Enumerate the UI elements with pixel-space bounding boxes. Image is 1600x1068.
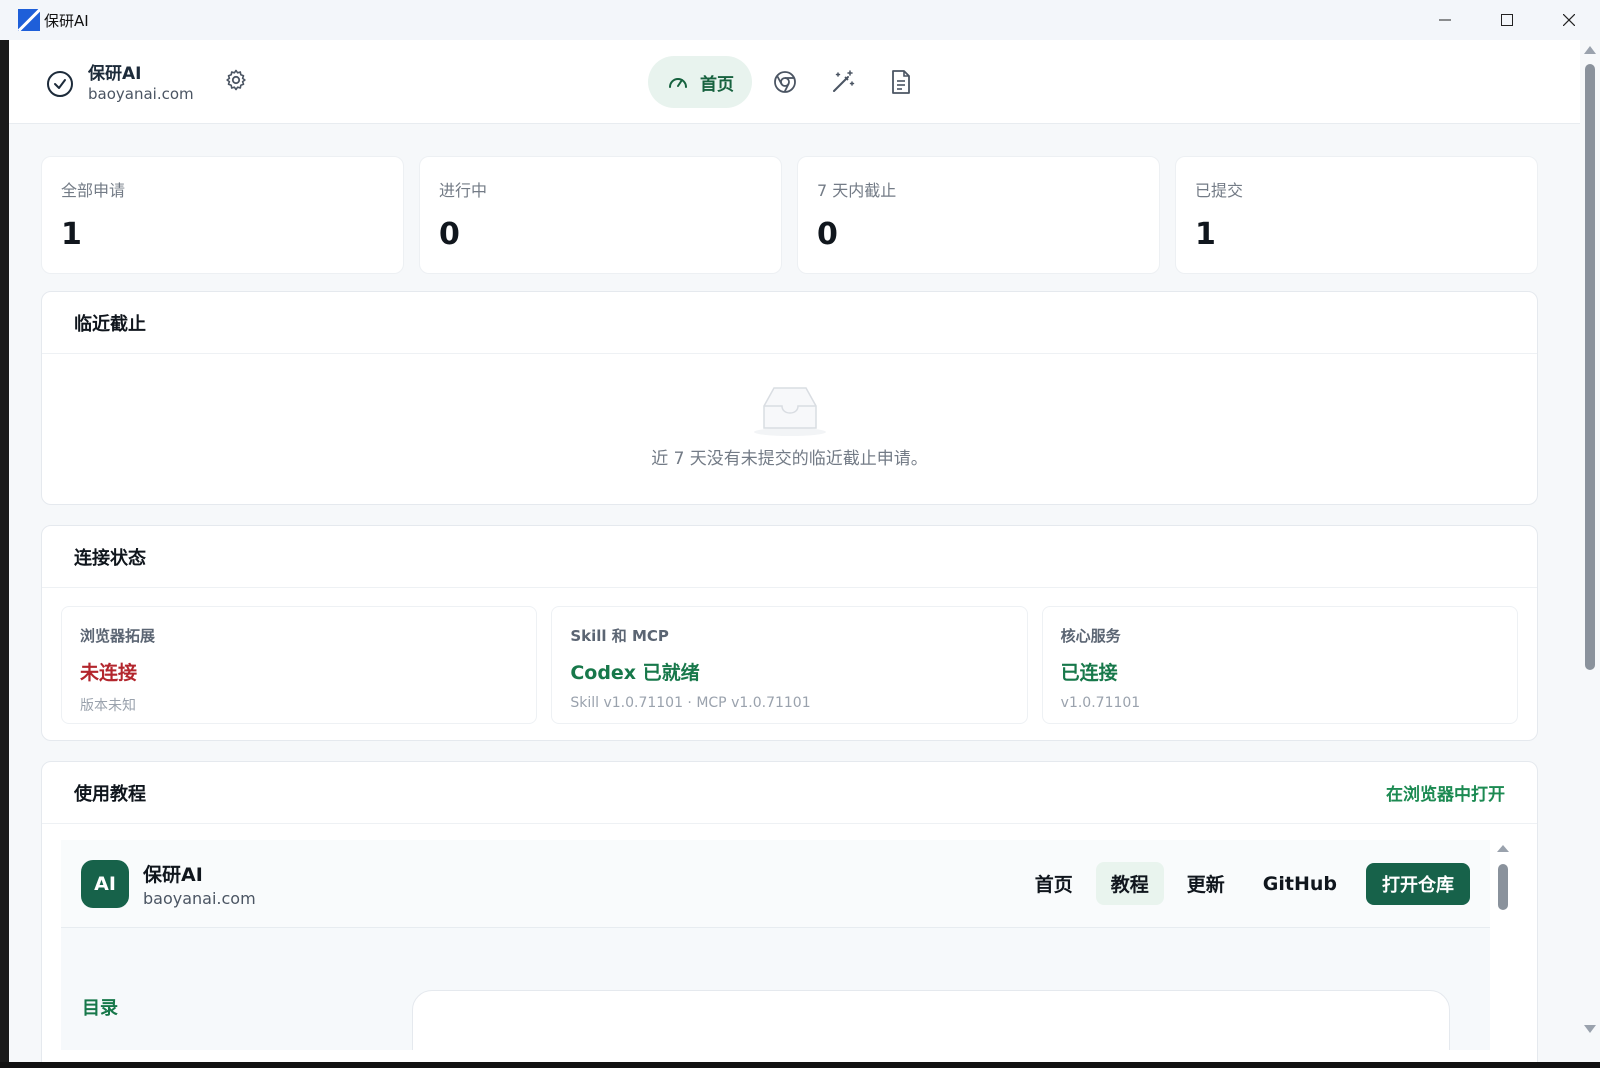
connection-grid: 浏览器拓展 未连接 版本未知 Skill 和 MCP Codex 已就绪 Ski…	[42, 588, 1537, 742]
brand-title: 保研AI	[88, 64, 142, 84]
connection-label: Skill 和 MCP	[570, 627, 669, 645]
nav-home-tab[interactable]: 首页	[648, 56, 752, 108]
app-logo-icon	[18, 9, 40, 31]
nav-home-label: 首页	[700, 74, 734, 95]
dashboard-content: 全部申请 1 进行中 0 7 天内截止 0 已提交 1 临近截止 近 7 天没有…	[41, 156, 1538, 1062]
embed-nav-updates[interactable]: 更新	[1172, 862, 1240, 905]
connection-core-service: 核心服务 已连接 v1.0.71101	[1041, 606, 1518, 724]
embed-brand-title: 保研AI	[143, 863, 203, 886]
embed-scrollbar-graphic	[1497, 845, 1509, 910]
stat-label: 7 天内截止	[817, 181, 897, 200]
minimize-button[interactable]	[1414, 0, 1476, 40]
embed-toc-label: 目录	[82, 998, 118, 1019]
nav-magic-tab[interactable]	[818, 56, 868, 108]
stat-card-all: 全部申请 1	[41, 156, 404, 274]
stat-value: 0	[439, 217, 460, 252]
embed-scrollbar[interactable]	[1493, 840, 1513, 1050]
gear-icon	[226, 69, 246, 91]
gauge-icon	[669, 78, 687, 88]
embed-header: AI 保研AI baoyanai.com 首页 教程 更新 GitHub 打开仓…	[61, 840, 1490, 928]
window-bottom-edge	[0, 1062, 1600, 1068]
stats-row: 全部申请 1 进行中 0 7 天内截止 0 已提交 1	[41, 156, 1538, 274]
connection-title: 连接状态	[74, 547, 146, 569]
maximize-button[interactable]	[1476, 0, 1538, 40]
maximize-icon	[1501, 14, 1513, 26]
tutorial-webview[interactable]: AI 保研AI baoyanai.com 首页 教程 更新 GitHub 打开仓…	[61, 840, 1490, 1050]
main-scrollbar-graphic	[1584, 46, 1596, 1033]
connection-skill-mcp: Skill 和 MCP Codex 已就绪 Skill v1.0.71101 ·…	[551, 606, 1028, 724]
open-in-browser-link[interactable]: 在浏览器中打开	[1386, 780, 1505, 805]
embed-nav: 首页 教程 更新 GitHub 打开仓库	[1012, 862, 1470, 905]
tutorial-card: 使用教程 在浏览器中打开 AI 保研AI baoyanai.com 首页 教程 …	[41, 761, 1538, 1062]
magic-wand-icon	[833, 70, 855, 92]
embed-doc-card	[412, 990, 1450, 1050]
empty-inbox-icon	[753, 387, 826, 436]
connection-meta: v1.0.71101	[1060, 695, 1141, 711]
connection-browser-extension: 浏览器拓展 未连接 版本未知	[61, 606, 538, 724]
stat-value: 1	[1195, 217, 1216, 252]
stat-card-due-7-days: 7 天内截止 0	[797, 156, 1160, 274]
app-header: 保研AI baoyanai.com 首页	[9, 40, 1580, 124]
connection-meta: 版本未知	[80, 698, 136, 714]
window-title: 保研AI	[44, 11, 89, 30]
stat-label: 已提交	[1195, 181, 1244, 200]
connection-status: 已连接	[1060, 662, 1118, 684]
stat-card-submitted: 已提交 1	[1175, 156, 1538, 274]
stat-value: 1	[61, 217, 82, 252]
embed-brand-subtitle: baoyanai.com	[143, 888, 256, 908]
connection-meta: Skill v1.0.71101 · MCP v1.0.71101	[570, 695, 811, 711]
deadlines-title: 临近截止	[74, 313, 146, 335]
main-scrollbar[interactable]	[1580, 40, 1600, 1062]
tutorial-title: 使用教程	[74, 783, 146, 805]
settings-button[interactable]	[224, 68, 248, 96]
close-button[interactable]	[1538, 0, 1600, 40]
connection-card: 连接状态 浏览器拓展 未连接 版本未知 Skill 和 MCP Codex 已就…	[41, 525, 1538, 741]
open-repo-button[interactable]: 打开仓库	[1366, 862, 1470, 905]
stat-value: 0	[817, 217, 838, 252]
window-controls	[1414, 0, 1600, 40]
document-icon	[892, 70, 910, 94]
minimize-icon	[1439, 19, 1451, 21]
embed-nav-tutorial[interactable]: 教程	[1095, 862, 1164, 905]
connection-label: 浏览器拓展	[80, 627, 156, 645]
stat-label: 进行中	[439, 181, 488, 200]
title-bar: 保研AI	[0, 0, 1600, 40]
chrome-icon	[774, 71, 796, 93]
app-window: 保研AI baoyanai.com 首页 全部申请 1 进行中 0 7 天内截止…	[9, 40, 1580, 1062]
close-icon	[1563, 14, 1575, 26]
connection-label: 核心服务	[1060, 627, 1121, 645]
brand-subtitle: baoyanai.com	[88, 85, 194, 103]
stat-card-in-progress: 进行中 0	[419, 156, 782, 274]
embed-nav-github[interactable]: GitHub	[1248, 865, 1352, 903]
embed-nav-home[interactable]: 首页	[1020, 862, 1088, 905]
deadlines-card: 临近截止 近 7 天没有未提交的临近截止申请。	[41, 291, 1538, 505]
deadlines-empty-text: 近 7 天没有未提交的临近截止申请。	[651, 449, 928, 469]
brand: 保研AI baoyanai.com	[46, 64, 194, 104]
connection-status: 未连接	[80, 662, 138, 684]
main-nav: 首页	[648, 56, 926, 108]
embed-logo: AI	[81, 859, 129, 908]
nav-document-tab[interactable]	[876, 56, 926, 108]
nav-browser-tab[interactable]	[760, 56, 810, 108]
connection-status: Codex 已就绪	[570, 662, 700, 684]
deadlines-empty-state: 近 7 天没有未提交的临近截止申请。	[42, 354, 1537, 508]
stat-label: 全部申请	[61, 181, 126, 200]
check-circle-icon	[47, 71, 73, 97]
